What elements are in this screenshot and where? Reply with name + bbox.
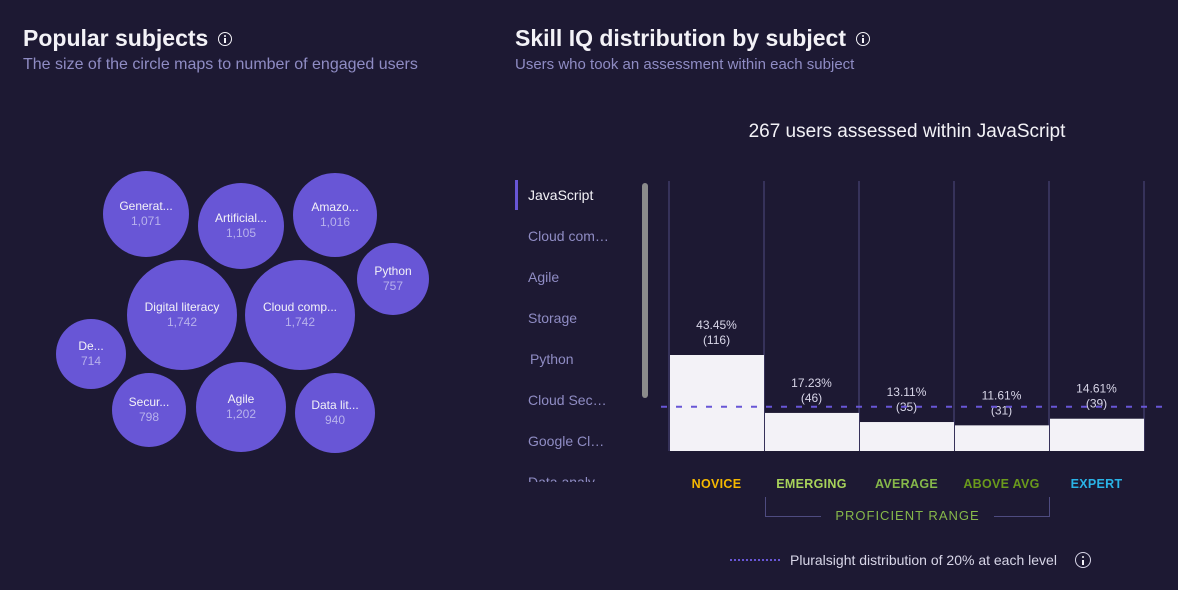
proficient-range-bracket: PROFICIENT RANGE: [765, 497, 1050, 523]
info-icon[interactable]: [855, 31, 870, 46]
level-label-novice: NOVICE: [691, 477, 742, 491]
bar-average[interactable]: [860, 422, 954, 451]
bubble-value: 1,742: [166, 315, 198, 329]
info-icon[interactable]: [1074, 552, 1091, 568]
subject-list-item[interactable]: Storage: [515, 303, 635, 333]
subject-list-scrollbar[interactable]: [642, 183, 648, 398]
popular-subjects-subtitle: The size of the circle maps to number of…: [23, 56, 418, 73]
legend-dotted-line: [730, 559, 780, 561]
bubble-label: Cloud comp...: [262, 300, 338, 314]
skill-iq-title: Skill IQ distribution by subject: [515, 25, 870, 52]
subject-bubble[interactable]: Data lit... 940: [295, 373, 375, 453]
bar-percent-label: 13.11%: [887, 385, 927, 399]
level-label-above-avg: ABOVE AVG: [963, 477, 1040, 491]
subject-bubble[interactable]: Digital literacy 1,742: [127, 260, 237, 370]
level-label-average: AVERAGE: [875, 477, 938, 491]
chart-legend: Pluralsight distribution of 20% at each …: [730, 552, 1091, 568]
bar-count-label: (46): [801, 391, 822, 405]
bubble-value: 1,742: [284, 315, 316, 329]
subject-bubble[interactable]: De... 714: [56, 319, 126, 389]
bar-count-label: (116): [703, 333, 730, 347]
bar-count-label: (31): [991, 403, 1012, 417]
bubble-label: De...: [78, 339, 104, 353]
bubble-value: 1,071: [130, 214, 162, 228]
bubble-chart: Generat... 1,071 Artificial... 1,105 Amazo..…: [0, 150, 480, 480]
subject-bubble[interactable]: Amazo... 1,016: [293, 173, 377, 257]
bubble-value: 757: [382, 279, 404, 293]
bubble-label: Generat...: [119, 199, 173, 213]
skill-iq-title-text: Skill IQ distribution by subject: [515, 25, 846, 51]
bubble-value: 798: [138, 410, 160, 424]
bubble-value: 714: [80, 354, 102, 368]
popular-subjects-title-text: Popular subjects: [23, 25, 209, 51]
skill-iq-subtitle: Users who took an assessment within each…: [515, 56, 855, 73]
subject-list-item[interactable]: Data analy…: [515, 467, 635, 482]
bubble-label: Secur...: [128, 395, 170, 409]
chart-heading: 267 users assessed within JavaScript: [748, 121, 1066, 142]
bar-percent-label: 43.45%: [696, 318, 737, 332]
subject-bubble[interactable]: Cloud comp... 1,742: [245, 260, 355, 370]
bubble-label: Data lit...: [311, 398, 359, 412]
bar-expert[interactable]: [1050, 418, 1144, 451]
level-label-expert: EXPERT: [1070, 477, 1123, 491]
subject-list-item[interactable]: Cloud Sec…: [515, 385, 635, 415]
level-label-emerging: EMERGING: [776, 477, 847, 491]
subject-list-item[interactable]: Cloud com…: [515, 221, 635, 251]
bar-percent-label: 14.61%: [1076, 382, 1117, 396]
subject-bubble[interactable]: Agile 1,202: [196, 362, 286, 452]
bubble-value: 1,016: [319, 215, 351, 229]
bubble-value: 940: [324, 413, 346, 427]
info-icon[interactable]: [218, 31, 233, 46]
bar-novice[interactable]: [670, 355, 764, 451]
bubble-label: Agile: [227, 392, 255, 406]
bubble-label: Python: [374, 264, 412, 278]
bubble-label: Amazo...: [311, 200, 359, 214]
subject-bubble[interactable]: Python 757: [357, 243, 429, 315]
bubble-label: Digital literacy: [144, 300, 220, 314]
bubble-label: Artificial...: [214, 211, 267, 225]
bar-percent-label: 11.61%: [982, 388, 1022, 402]
subject-list-item[interactable]: Google Cl…: [515, 426, 635, 456]
subject-list-item[interactable]: Agile: [515, 262, 635, 292]
subject-list-item[interactable]: Python: [515, 344, 635, 374]
bar-percent-label: 17.23%: [791, 376, 832, 390]
bar-above-avg[interactable]: [955, 425, 1049, 451]
bubble-value: 1,202: [225, 407, 257, 421]
subject-bubble[interactable]: Generat... 1,071: [103, 171, 189, 257]
bubble-value: 1,105: [225, 226, 257, 240]
bar-emerging[interactable]: [765, 412, 859, 451]
subject-list: JavaScript Cloud com… Agile Storage Python Cl…: [515, 180, 635, 482]
subject-bubble[interactable]: Artificial... 1,105: [198, 183, 284, 269]
skill-iq-bar-chart: 43.45%(116)17.23%(46) 13.11%(35)11.61%(31…: [661, 181, 1162, 451]
subject-bubble[interactable]: Secur... 798: [112, 373, 186, 447]
legend-label: Pluralsight distribution of 20% at each …: [790, 552, 1057, 568]
popular-subjects-title: Popular subjects: [23, 25, 233, 52]
subject-list-item[interactable]: JavaScript: [515, 180, 635, 210]
bar-count-label: (39): [1086, 397, 1107, 411]
proficient-range-label: PROFICIENT RANGE: [835, 508, 980, 523]
